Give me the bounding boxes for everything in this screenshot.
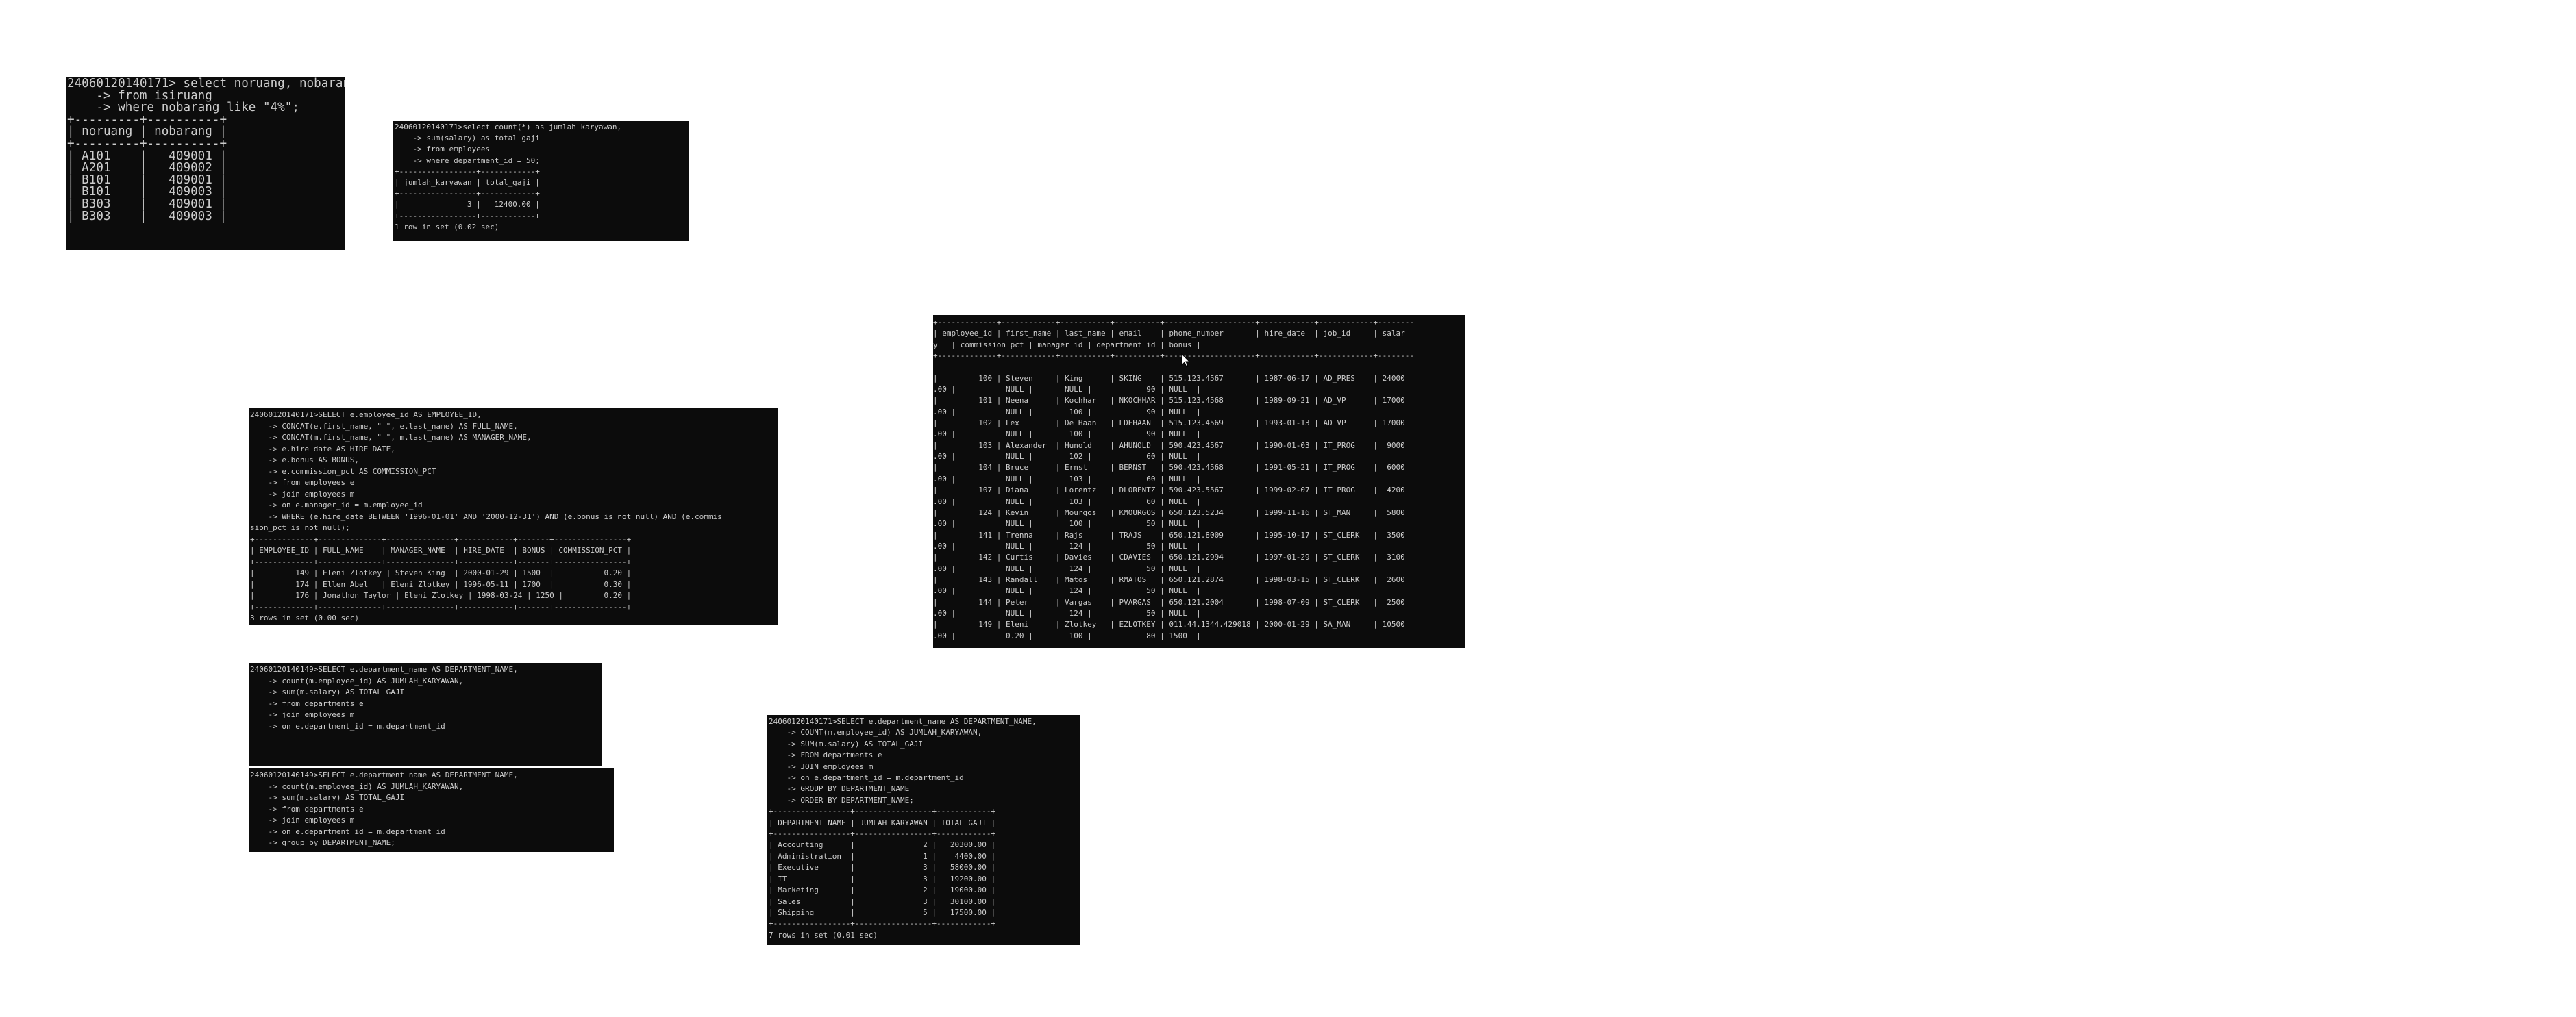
terminal-employees-table[interactable]: +-------------+------------+-----------+… — [933, 315, 1465, 648]
terminal-department-summary-query[interactable]: 24060120140171>SELECT e.department_name … — [767, 715, 1080, 945]
terminal-output: 24060120140149>SELECT e.department_name … — [250, 770, 518, 847]
terminal-employee-manager-query[interactable]: 24060120140171>SELECT e.employee_id AS E… — [249, 408, 778, 625]
mouse-pointer-icon — [1181, 353, 1191, 368]
terminal-count-salary-query[interactable]: 24060120140171>select count(*) as jumlah… — [393, 121, 689, 241]
terminal-output: 24060120140171>select count(*) as jumlah… — [395, 123, 622, 231]
terminal-department-join-query[interactable]: 24060120140149>SELECT e.department_name … — [249, 663, 602, 766]
terminal-isiruang-query[interactable]: 24060120140171> select noruang, nobarang… — [66, 77, 345, 250]
terminal-output: 24060120140171>SELECT e.employee_id AS E… — [250, 410, 722, 623]
terminal-output: 24060120140171> select noruang, nobarang… — [67, 77, 345, 223]
terminal-output: +-------------+------------+-----------+… — [933, 318, 1414, 640]
terminal-department-groupby-query[interactable]: 24060120140149>SELECT e.department_name … — [249, 768, 614, 852]
terminal-output: 24060120140149>SELECT e.department_name … — [250, 665, 518, 731]
terminal-output: 24060120140171>SELECT e.department_name … — [769, 717, 1037, 940]
